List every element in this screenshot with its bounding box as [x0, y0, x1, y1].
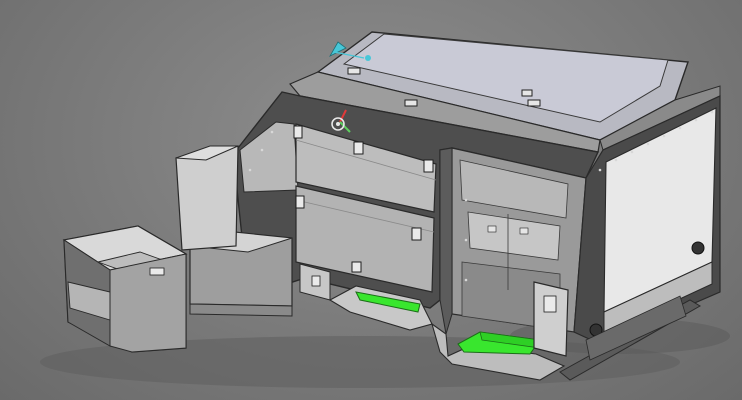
model-canvas[interactable]: [0, 0, 742, 400]
3d-viewport[interactable]: [0, 0, 742, 400]
center-pillar: [439, 147, 453, 335]
left-cabinet[interactable]: [62, 225, 188, 353]
right-open-door[interactable]: [533, 281, 569, 357]
